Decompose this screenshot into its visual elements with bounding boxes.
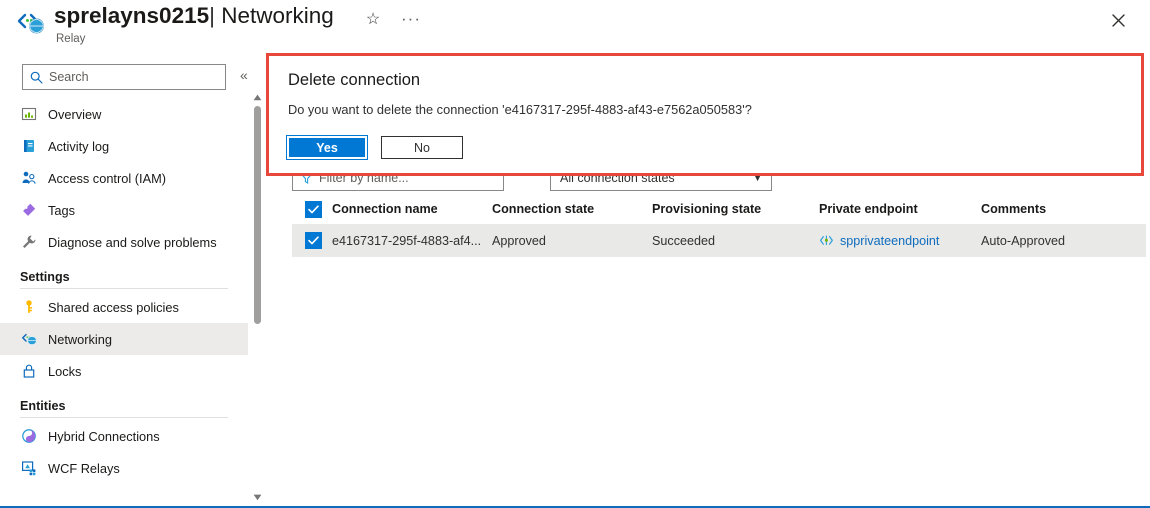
cell-private-endpoint: spprivateendpoint [819, 224, 981, 257]
sidebar-item-locks[interactable]: Locks [0, 355, 248, 387]
search-box[interactable] [22, 64, 226, 90]
sidebar-item-label: Diagnose and solve problems [48, 234, 217, 250]
blade-header: sprelayns0215| Networking Relay ☆ ··· [0, 0, 1150, 52]
sidebar-item-overview[interactable]: Overview [0, 98, 248, 130]
search-input[interactable] [49, 70, 209, 84]
relay-resource-icon [16, 10, 46, 38]
resource-name: sprelayns0215 [54, 3, 210, 28]
private-endpoint-icon [819, 233, 834, 248]
sidebar-scrollbar[interactable] [250, 52, 265, 506]
sidebar-nav: Overview Activity log Access control (IA… [0, 98, 248, 484]
private-endpoint-name: spprivateendpoint [840, 233, 940, 248]
hybrid-connections-icon [20, 428, 37, 445]
resource-type-subtitle: Relay [56, 33, 86, 45]
sidebar-item-hybrid-connections[interactable]: Hybrid Connections [0, 420, 248, 452]
sidebar-group-entities-title: Entities [20, 399, 66, 413]
sidebar-item-label: Networking [48, 331, 113, 347]
column-header-connection-name[interactable]: Connection name [332, 194, 492, 224]
sidebar-item-activity-log[interactable]: Activity log [0, 130, 248, 162]
sidebar-item-label: Access control (IAM) [48, 170, 167, 186]
confirm-yes-button[interactable]: Yes [286, 135, 368, 160]
sidebar-item-diagnose[interactable]: Diagnose and solve problems [0, 226, 248, 258]
sidebar-item-label: Activity log [48, 138, 110, 154]
activity-log-icon [20, 138, 37, 155]
page-title: sprelayns0215| Networking [54, 3, 334, 29]
private-endpoint-link[interactable]: spprivateendpoint [819, 233, 981, 248]
sidebar-item-label: Shared access policies [48, 299, 179, 315]
sidebar-item-label: Tags [48, 202, 76, 218]
blade-sidebar: « Overview [0, 52, 248, 506]
table-header-row: Connection name Connection state Provisi… [292, 194, 1146, 224]
column-header-connection-state[interactable]: Connection state [492, 194, 652, 224]
wcf-relays-icon [20, 460, 37, 477]
sidebar-item-networking[interactable]: Networking [0, 323, 248, 355]
sidebar-item-access-control[interactable]: Access control (IAM) [0, 162, 248, 194]
access-control-icon [20, 170, 37, 187]
ellipsis-icon[interactable]: ··· [400, 8, 422, 30]
close-icon[interactable] [1104, 6, 1132, 34]
lock-icon [20, 363, 37, 380]
cell-connection-name: e4167317-295f-4883-af4... [332, 224, 492, 257]
cell-connection-state: Approved [492, 233, 546, 248]
cell-provisioning-state: Succeeded [652, 233, 716, 248]
azure-portal-blade: sprelayns0215| Networking Relay ☆ ··· « [0, 0, 1150, 508]
column-header-comments[interactable]: Comments [981, 194, 1146, 224]
delete-connection-dialog: Delete connection Do you want to delete … [266, 53, 1144, 176]
sidebar-item-shared-access-policies[interactable]: Shared access policies [0, 291, 248, 323]
sidebar-item-label: Hybrid Connections [48, 428, 160, 444]
checkbox-checked-icon[interactable] [305, 232, 322, 249]
sidebar-item-wcf-relays[interactable]: WCF Relays [0, 452, 248, 484]
scroll-up-arrow-icon[interactable] [250, 90, 265, 104]
column-header-provisioning-state[interactable]: Provisioning state [652, 194, 819, 224]
tags-icon [20, 202, 37, 219]
overview-icon [20, 106, 37, 123]
sidebar-item-label: Overview [48, 106, 102, 122]
connection-name-value: e4167317-295f-4883-af4... [332, 233, 482, 248]
scroll-down-arrow-icon[interactable] [250, 490, 265, 504]
page-name: Networking [221, 3, 334, 28]
chevron-double-left-icon[interactable]: « [240, 68, 248, 82]
scrollbar-thumb[interactable] [254, 106, 261, 324]
dialog-actions: Yes No [286, 135, 463, 160]
dialog-title: Delete connection [288, 71, 421, 89]
sidebar-item-tags[interactable]: Tags [0, 194, 248, 226]
sidebar-group-divider [20, 417, 228, 418]
networking-icon [20, 331, 37, 348]
search-icon [30, 71, 43, 84]
sidebar-item-label: WCF Relays [48, 460, 120, 476]
select-all-header [292, 194, 332, 224]
cell-comments: Auto-Approved [981, 233, 1066, 248]
key-icon [20, 299, 37, 316]
sidebar-group-divider [20, 288, 228, 289]
table-row[interactable]: e4167317-295f-4883-af4... Approved Succe… [292, 224, 1146, 257]
sidebar-group-settings-title: Settings [20, 270, 70, 284]
checkbox-checked-icon[interactable] [305, 200, 322, 218]
dialog-message: Do you want to delete the connection 'e4… [288, 102, 752, 117]
title-separator: | [209, 3, 215, 28]
diagnose-icon [20, 234, 37, 251]
column-header-private-endpoint[interactable]: Private endpoint [819, 194, 981, 224]
star-icon[interactable]: ☆ [362, 8, 384, 30]
row-checkbox-cell [292, 224, 332, 257]
cancel-no-button[interactable]: No [381, 136, 463, 159]
sidebar-item-label: Locks [48, 363, 82, 379]
connections-table: Connection name Connection state Provisi… [292, 194, 1146, 257]
